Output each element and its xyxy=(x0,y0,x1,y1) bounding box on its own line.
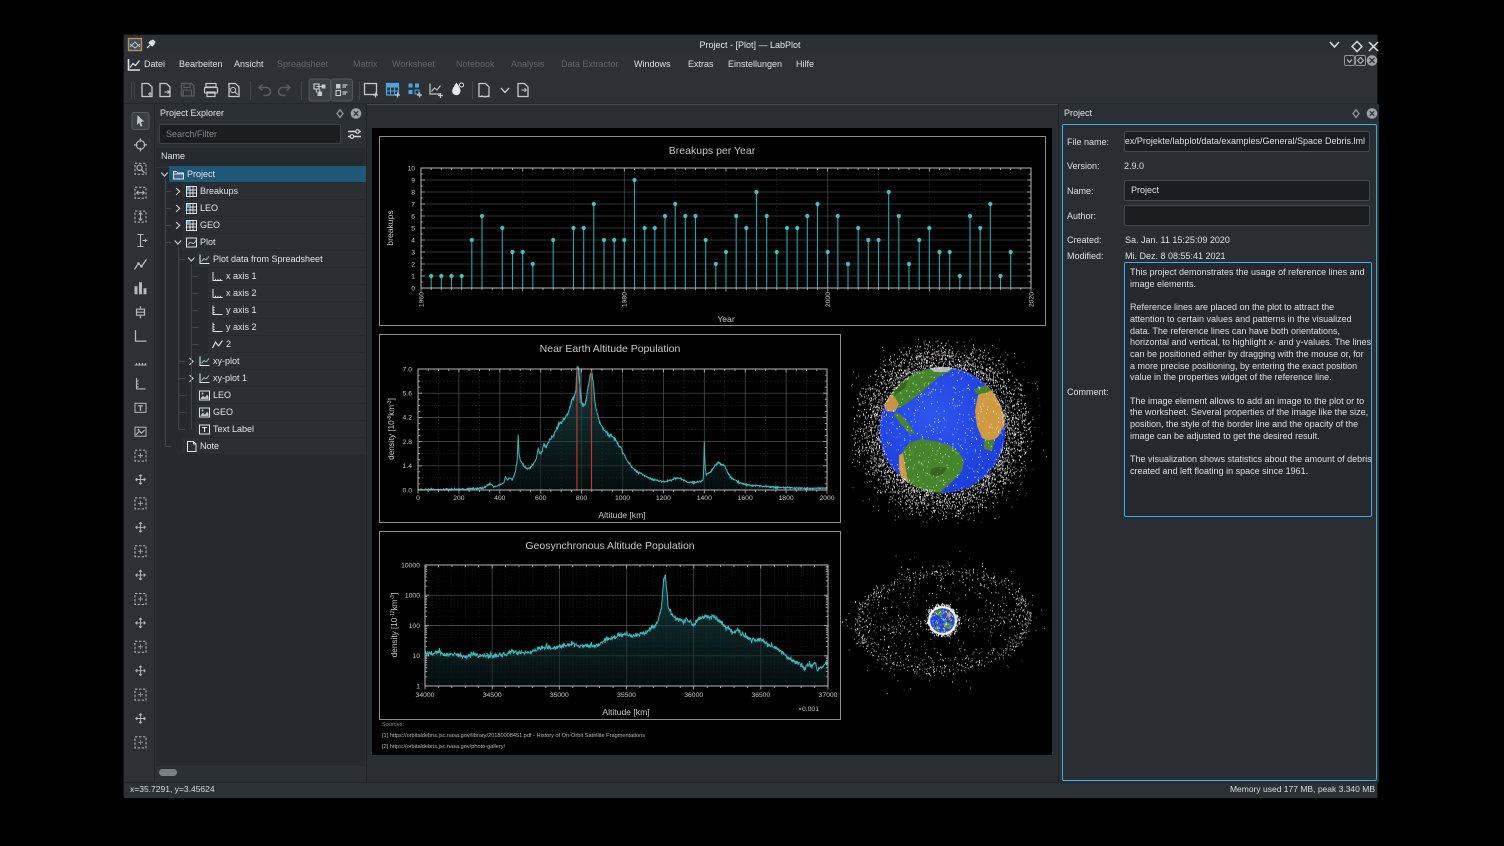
svg-text:800: 800 xyxy=(576,495,588,502)
svg-text:5.6: 5.6 xyxy=(403,391,413,398)
svg-text:100: 100 xyxy=(409,623,421,630)
svg-text:Altitude [km]: Altitude [km] xyxy=(598,510,645,520)
svg-text:breakups: breakups xyxy=(385,210,395,245)
svg-text:4: 4 xyxy=(411,237,415,244)
svg-text:1600: 1600 xyxy=(738,495,753,502)
svg-text:2000: 2000 xyxy=(825,292,832,307)
svg-text:400: 400 xyxy=(494,495,506,502)
svg-text:[1] https://orbitaldebris.jsc.: [1] https://orbitaldebris.jsc.nasa.gov/l… xyxy=(382,733,645,739)
svg-text:9: 9 xyxy=(411,177,415,184)
svg-text:[2] https://orbitaldebris.jsc.: [2] https://orbitaldebris.jsc.nasa.gov/p… xyxy=(382,744,506,750)
svg-text:1200: 1200 xyxy=(656,495,671,502)
svg-text:Near Earth Altitude Population: Near Earth Altitude Population xyxy=(540,343,681,355)
svg-text:1960: 1960 xyxy=(418,292,425,307)
svg-text:1.4: 1.4 xyxy=(403,463,413,470)
svg-text:7.0: 7.0 xyxy=(403,366,413,373)
svg-text:1800: 1800 xyxy=(779,495,794,502)
svg-text:1: 1 xyxy=(416,683,420,690)
svg-text:1980: 1980 xyxy=(622,292,629,307)
svg-text:Geosynchronous Altitude Popula: Geosynchronous Altitude Population xyxy=(525,540,694,552)
svg-text:37000: 37000 xyxy=(819,692,838,699)
svg-text:2.8: 2.8 xyxy=(403,439,413,446)
svg-text:Year: Year xyxy=(717,314,735,324)
svg-text:1000: 1000 xyxy=(405,593,420,600)
svg-text:7: 7 xyxy=(411,201,415,208)
svg-text:4.2: 4.2 xyxy=(403,415,413,422)
svg-text:6: 6 xyxy=(411,213,415,220)
svg-text:5: 5 xyxy=(411,225,415,232)
svg-text:10000: 10000 xyxy=(401,562,420,569)
svg-text:1000: 1000 xyxy=(615,495,630,502)
svg-text:36500: 36500 xyxy=(751,692,770,699)
svg-text:35500: 35500 xyxy=(617,692,636,699)
svg-text:0: 0 xyxy=(411,285,415,292)
svg-text:Sources:: Sources: xyxy=(382,722,405,728)
svg-text:36000: 36000 xyxy=(684,692,703,699)
svg-text:2: 2 xyxy=(411,261,415,268)
svg-text:10: 10 xyxy=(412,653,420,660)
svg-text:0.0: 0.0 xyxy=(403,487,413,494)
svg-text:34500: 34500 xyxy=(483,692,502,699)
svg-text:2000: 2000 xyxy=(819,495,834,502)
svg-text:1400: 1400 xyxy=(697,495,712,502)
svg-text:density [10-8km-3]: density [10-8km-3] xyxy=(387,398,396,460)
svg-text:35000: 35000 xyxy=(550,692,569,699)
svg-text:density [10-12km-3]: density [10-12km-3] xyxy=(390,593,399,658)
svg-text:×0.001: ×0.001 xyxy=(798,706,819,713)
svg-text:Altitude [km]: Altitude [km] xyxy=(602,707,649,717)
svg-text:Breakups per Year: Breakups per Year xyxy=(669,145,756,157)
svg-text:8: 8 xyxy=(411,189,415,196)
svg-text:3: 3 xyxy=(411,249,415,256)
svg-text:200: 200 xyxy=(453,495,465,502)
svg-text:10: 10 xyxy=(407,165,415,172)
svg-text:1: 1 xyxy=(411,273,415,280)
svg-text:2020: 2020 xyxy=(1028,292,1035,307)
svg-text:600: 600 xyxy=(535,495,547,502)
svg-text:0: 0 xyxy=(416,495,420,502)
svg-text:34000: 34000 xyxy=(416,692,435,699)
